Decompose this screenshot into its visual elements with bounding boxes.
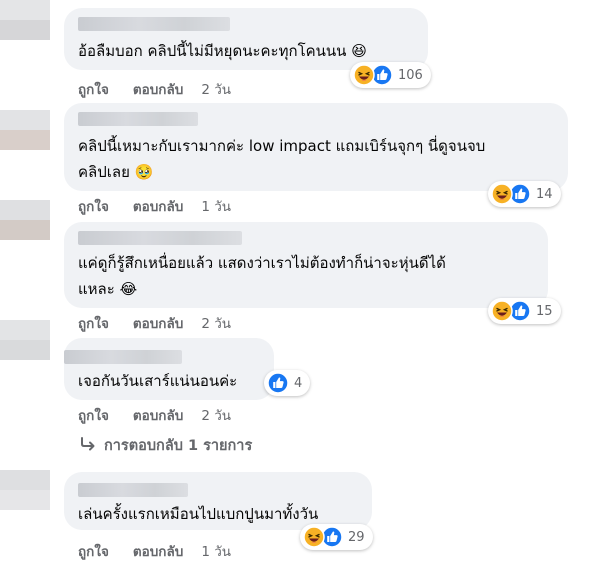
haha-reaction-icon [353, 64, 375, 86]
like-reaction-icon [267, 372, 289, 394]
commenter-name-redacted[interactable] [78, 231, 242, 245]
comment-text-line: แค่ดูก็รู้สึกเหนื่อยแล้ว แสดงว่าเราไม่ต้… [78, 254, 446, 272]
comment-bubble: แค่ดูก็รู้สึกเหนื่อยแล้ว แสดงว่าเราไม่ต้… [64, 222, 548, 308]
comment-bubble: เล่นครั้งแรกเหมือนไปแบกปูนมาทั้งวัน [64, 472, 372, 530]
comment-bubble: คลิปนี้เหมาะกับเรามากค่ะ low impact แถมเ… [64, 103, 568, 191]
reply-button[interactable]: ตอบกลับ [133, 312, 183, 334]
commenter-avatar[interactable] [0, 200, 50, 240]
comment-text-line: คลิปนี้เหมาะกับเรามากค่ะ low impact แถมเ… [78, 137, 486, 155]
comment-bubble: เจอกันวันเสาร์แน่นอนค่ะ [64, 338, 274, 400]
like-button[interactable]: ถูกใจ [78, 312, 109, 334]
reaction-count: 4 [294, 375, 303, 391]
reaction-count: 29 [348, 529, 365, 545]
reaction-count: 106 [398, 67, 423, 83]
comment-actions: ถูกใจ ตอบกลับ 2 วัน [78, 78, 231, 100]
view-replies-link[interactable]: การตอบกลับ 1 รายการ [80, 434, 252, 457]
comment-actions: ถูกใจ ตอบกลับ 2 วัน [78, 312, 231, 334]
reply-arrow-icon [80, 436, 96, 455]
reaction-summary[interactable]: 106 [350, 62, 431, 88]
comment-actions: ถูกใจ ตอบกลับ 2 วัน [78, 404, 231, 426]
reply-button[interactable]: ตอบกลับ [133, 195, 183, 217]
commenter-avatar[interactable] [0, 470, 50, 510]
comment-text: อ้อลืมบอก คลิปนี้ไม่มีหยุดนะคะทุกโคนนน 😆 [78, 42, 367, 60]
commenter-avatar[interactable] [0, 320, 50, 360]
comment-timestamp[interactable]: 2 วัน [201, 312, 231, 334]
like-button[interactable]: ถูกใจ [78, 404, 109, 426]
reaction-summary[interactable]: 14 [488, 181, 561, 207]
like-button[interactable]: ถูกใจ [78, 540, 109, 562]
commenter-avatar[interactable] [0, 0, 50, 40]
commenter-name-redacted[interactable] [78, 483, 188, 497]
reaction-summary[interactable]: 4 [264, 370, 311, 396]
reply-button[interactable]: ตอบกลับ [133, 404, 183, 426]
comment-text-line: แหละ 😂 [78, 280, 138, 298]
commenter-avatar[interactable] [0, 110, 50, 150]
comment-bubble: อ้อลืมบอก คลิปนี้ไม่มีหยุดนะคะทุกโคนนน 😆 [64, 8, 428, 70]
reaction-count: 15 [536, 303, 553, 319]
comment-actions: ถูกใจ ตอบกลับ 1 วัน [78, 195, 231, 217]
comment-text-line: คลิปเลย 🥹 [78, 163, 154, 181]
haha-reaction-icon [491, 183, 513, 205]
reaction-count: 14 [536, 186, 553, 202]
commenter-name-redacted[interactable] [78, 112, 198, 126]
comment-timestamp[interactable]: 2 วัน [201, 404, 231, 426]
reply-button[interactable]: ตอบกลับ [133, 540, 183, 562]
haha-reaction-icon [303, 526, 325, 548]
commenter-name-redacted[interactable] [64, 350, 182, 364]
reaction-summary[interactable]: 15 [488, 298, 561, 324]
like-button[interactable]: ถูกใจ [78, 78, 109, 100]
like-button[interactable]: ถูกใจ [78, 195, 109, 217]
reply-button[interactable]: ตอบกลับ [133, 78, 183, 100]
comment-text: เล่นครั้งแรกเหมือนไปแบกปูนมาทั้งวัน [78, 505, 319, 523]
reaction-summary[interactable]: 29 [300, 524, 373, 550]
comment-timestamp[interactable]: 2 วัน [201, 78, 231, 100]
comment-timestamp[interactable]: 1 วัน [201, 540, 231, 562]
comment-timestamp[interactable]: 1 วัน [201, 195, 231, 217]
comment-text: เจอกันวันเสาร์แน่นอนค่ะ [78, 372, 238, 390]
haha-reaction-icon [491, 300, 513, 322]
view-replies-label: การตอบกลับ 1 รายการ [104, 438, 253, 454]
comment-actions: ถูกใจ ตอบกลับ 1 วัน [78, 540, 231, 562]
commenter-name-redacted[interactable] [78, 17, 230, 31]
